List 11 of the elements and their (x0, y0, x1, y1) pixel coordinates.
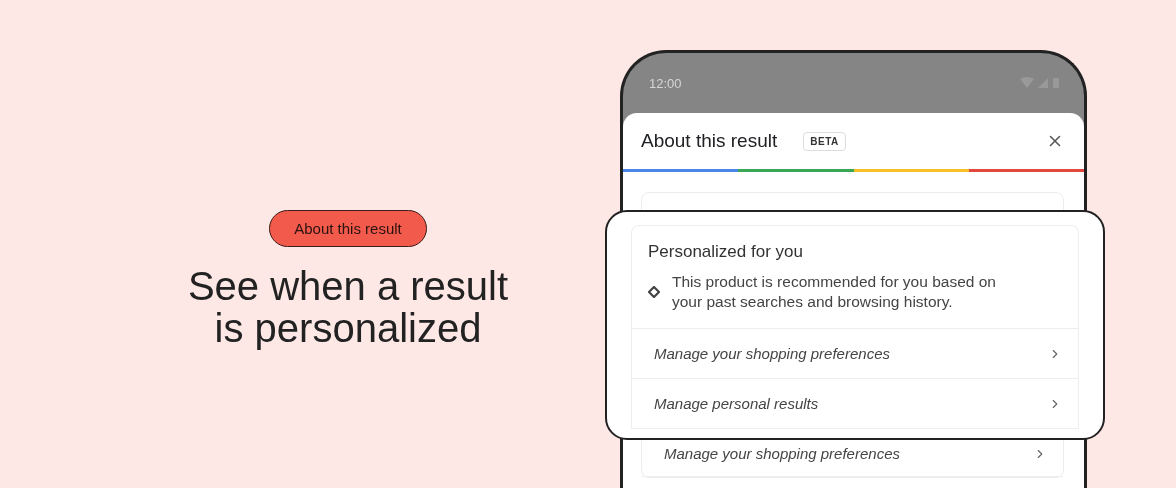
beta-badge: BETA (803, 131, 846, 151)
card-title: Personalized for you (647, 241, 804, 262)
description: This product is recommended for you based on your past searches and browsing history. (672, 272, 997, 312)
link-row[interactable]: Manage your shopping preferences (632, 329, 1078, 379)
status-time: 12:00 (649, 75, 682, 91)
link-row[interactable]: Manage personal results (632, 379, 1078, 429)
headline: See when a result (187, 265, 509, 307)
sheet-title: About this result (641, 130, 778, 152)
headline: is personalized (214, 307, 482, 349)
diamond-icon (648, 286, 660, 298)
about-this-result-pill: About this result (269, 210, 427, 247)
